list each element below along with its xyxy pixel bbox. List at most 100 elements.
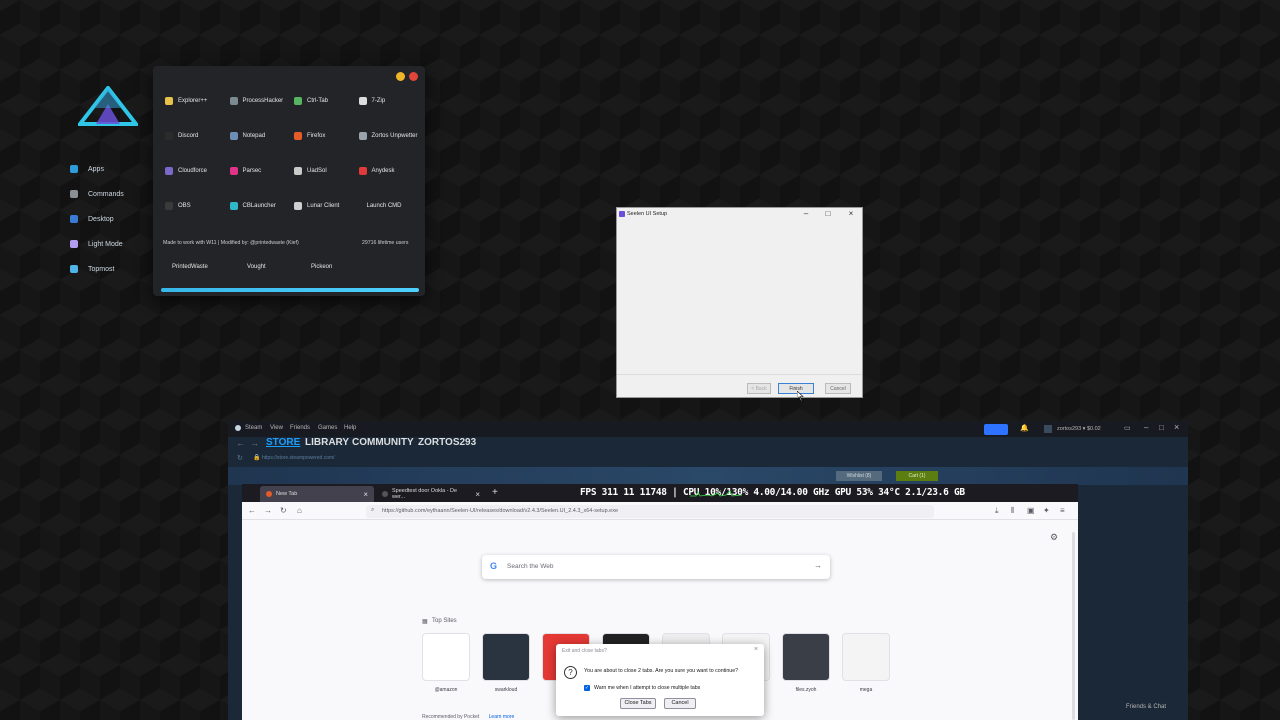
forward-arrow-icon[interactable]: →: [264, 506, 272, 515]
close-icon[interactable]: ×: [754, 646, 758, 653]
reload-icon[interactable]: ↻: [280, 506, 287, 515]
checkbox[interactable]: ✓: [584, 685, 590, 691]
app-button-cloudforce[interactable]: Cloudforce: [161, 162, 226, 180]
new-tab-button[interactable]: +: [492, 487, 498, 498]
menu-steam[interactable]: Steam: [245, 425, 262, 431]
close-tabs-button[interactable]: Close Tabs: [620, 698, 656, 709]
big-picture-icon[interactable]: ▭: [1124, 424, 1131, 432]
app-label: Discord: [178, 133, 199, 139]
firefox-icon: [266, 491, 272, 497]
back-arrow-icon[interactable]: ←: [248, 506, 256, 515]
minimize-icon[interactable]: –: [799, 209, 813, 218]
app-button-firefox[interactable]: Firefox: [290, 127, 355, 145]
close-tab-icon[interactable]: ×: [475, 490, 480, 499]
app-label: OBS: [178, 203, 191, 209]
tab-speedtest[interactable]: Speedtest door Ookla - De wer... ×: [376, 486, 486, 502]
app-button-ctrl-tab[interactable]: Ctrl-Tab: [290, 92, 355, 110]
search-input[interactable]: G Search the Web →: [482, 555, 830, 579]
minimize-icon[interactable]: –: [1144, 423, 1148, 432]
arrow-right-icon[interactable]: →: [814, 561, 822, 570]
credit-printedwaste[interactable]: PrintedWaste: [172, 264, 208, 270]
app-button-obs[interactable]: OBS: [161, 197, 226, 215]
friends-chat-button[interactable]: Friends & Chat: [1126, 704, 1166, 710]
processhacker-icon: [229, 97, 238, 105]
menu-view[interactable]: View: [270, 425, 283, 431]
cancel-button[interactable]: Cancel: [664, 698, 696, 709]
7zip-icon: [358, 97, 367, 105]
close-button[interactable]: [409, 72, 418, 81]
sidebar-item-desktop[interactable]: Desktop: [70, 210, 150, 228]
downloads-icon[interactable]: ⤓: [995, 506, 999, 516]
sidebar-item-apps[interactable]: Apps: [70, 160, 150, 178]
address-bar[interactable]: ⌕ https://github.com/eythaann/Seelen-UI/…: [366, 505, 934, 518]
menu-games[interactable]: Games: [318, 425, 337, 431]
sidebar-item-topmost[interactable]: Topmost: [70, 260, 150, 278]
back-button[interactable]: < Back: [747, 383, 771, 394]
app-button-explorer-[interactable]: Explorer++: [161, 92, 226, 110]
top-sites-label[interactable]: Top Sites: [432, 618, 457, 624]
menu-friends[interactable]: Friends: [290, 425, 310, 431]
app-button-lunar-client[interactable]: Lunar Client: [290, 197, 355, 215]
app-button-parsec[interactable]: Parsec: [226, 162, 291, 180]
nav-profile[interactable]: ZORTOS293: [418, 437, 476, 448]
launcher-panel: Explorer++ ProcessHacker Ctrl-Tab 7-Zip Disc…: [153, 66, 425, 296]
app-button-cblauncher[interactable]: CBLauncher: [226, 197, 291, 215]
top-site-tile[interactable]: swarkloud: [482, 633, 530, 693]
app-button-launch-cmd[interactable]: Launch CMD: [355, 197, 420, 215]
apps-icon: [70, 165, 78, 173]
site-label: mega: [859, 687, 873, 693]
lunar-icon: [294, 202, 302, 210]
question-icon: ?: [564, 666, 577, 679]
account-menu[interactable]: zortos293 ▾ $0.02: [1057, 426, 1101, 432]
menu-icon[interactable]: ≡: [1060, 506, 1065, 515]
credit-vought[interactable]: Vought: [247, 264, 266, 270]
app-button-zortos-unpwetter[interactable]: Zortos Unpwetter: [355, 127, 420, 145]
wishlist-button[interactable]: Wishlist (8): [836, 471, 882, 481]
notifications-icon[interactable]: 🔔: [1020, 424, 1029, 432]
menu-help[interactable]: Help: [344, 425, 356, 431]
minimize-button[interactable]: [396, 72, 405, 81]
light-mode-icon: [70, 240, 78, 248]
library-icon[interactable]: ⫴: [1011, 506, 1014, 516]
scrollbar[interactable]: [1072, 532, 1075, 720]
nav-library[interactable]: LIBRARY: [305, 437, 349, 448]
gear-icon[interactable]: ⚙: [1050, 532, 1058, 543]
top-site-tile[interactable]: files.zyoh: [782, 633, 830, 693]
top-site-tile[interactable]: mega: [842, 633, 890, 693]
reader-icon[interactable]: ▣: [1027, 506, 1035, 515]
app-button-processhacker[interactable]: ProcessHacker: [226, 92, 291, 110]
back-arrow-icon[interactable]: ←: [236, 438, 245, 448]
maximize-icon[interactable]: □: [1159, 423, 1164, 432]
nav-store[interactable]: STORE: [266, 437, 300, 448]
credit-pickeon[interactable]: Pickeon: [311, 264, 332, 270]
app-button-uadsol[interactable]: UadSol: [290, 162, 355, 180]
app-button-anydesk[interactable]: Anydesk: [355, 162, 420, 180]
maximize-icon[interactable]: □: [821, 209, 835, 218]
sidebar-item-light-mode[interactable]: Light Mode: [70, 235, 150, 253]
app-button-notepad[interactable]: Notepad: [226, 127, 291, 145]
sidebar-item-commands[interactable]: Commands: [70, 185, 150, 203]
close-tab-icon[interactable]: ×: [363, 490, 368, 499]
finish-button[interactable]: Finish: [778, 383, 814, 394]
close-icon[interactable]: ×: [844, 209, 858, 218]
app-button-7-zip[interactable]: 7-Zip: [355, 92, 420, 110]
announcements-button[interactable]: [984, 424, 1008, 435]
close-icon[interactable]: ×: [1174, 422, 1179, 432]
avatar[interactable]: [1044, 425, 1052, 433]
cart-button[interactable]: Cart (1): [896, 471, 938, 481]
extensions-icon[interactable]: ✦: [1043, 506, 1050, 515]
sidebar-item-label: Commands: [88, 190, 124, 198]
home-icon[interactable]: ⌂: [297, 506, 302, 515]
forward-arrow-icon[interactable]: →: [250, 438, 259, 448]
dialog-title: Exit and close tabs?: [562, 648, 607, 654]
cancel-button[interactable]: Cancel: [825, 383, 851, 394]
nav-community[interactable]: COMMUNITY: [352, 437, 414, 448]
setup-window: Seelen UI Setup – □ × < Back Finish Canc…: [616, 207, 863, 398]
warn-checkbox-row[interactable]: ✓ Warn me when I attempt to close multip…: [584, 685, 700, 691]
tab-new-tab[interactable]: New Tab ×: [260, 486, 374, 502]
top-site-tile[interactable]: @amazon: [422, 633, 470, 693]
zortos-icon: [358, 132, 367, 140]
app-button-discord[interactable]: Discord: [161, 127, 226, 145]
refresh-icon[interactable]: ↻: [237, 454, 243, 462]
learn-more-link[interactable]: Learn more: [489, 714, 515, 720]
